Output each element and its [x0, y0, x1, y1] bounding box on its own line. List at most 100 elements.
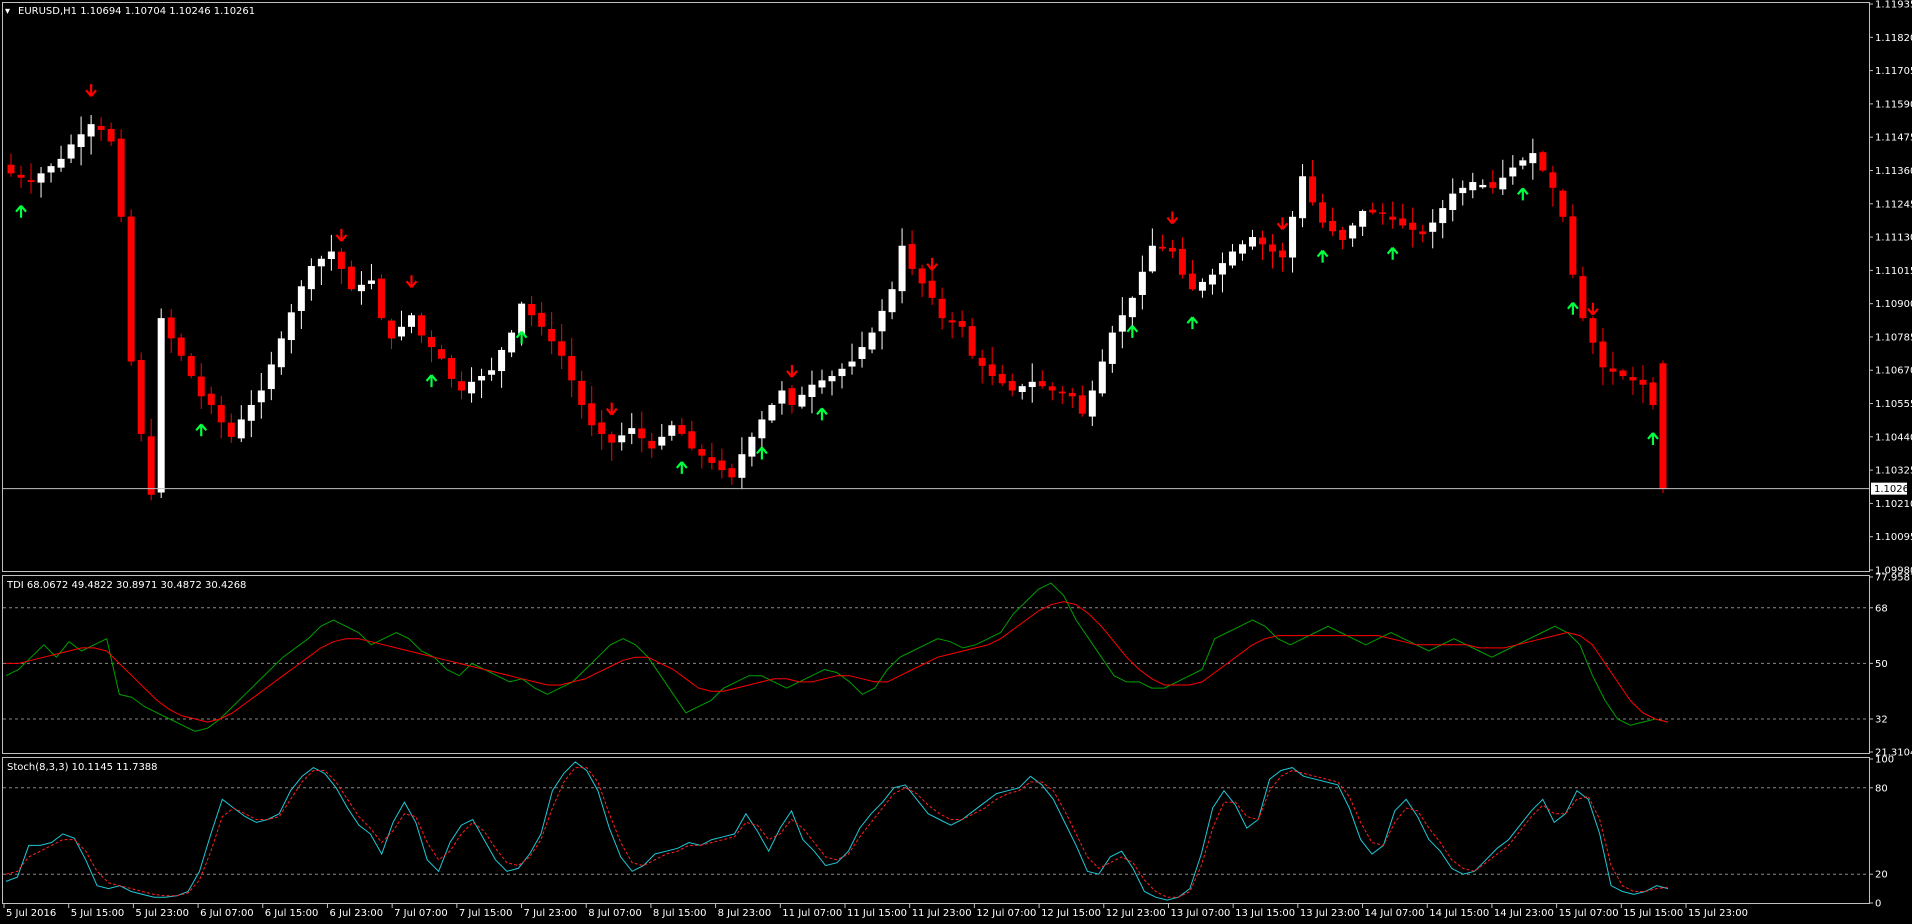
candle-body	[458, 381, 466, 391]
candle-body	[147, 436, 155, 495]
candle-body	[908, 244, 916, 269]
candle-body	[207, 393, 215, 405]
candle-body	[538, 312, 546, 327]
candle-body	[1028, 381, 1036, 388]
price-tick-label: 1.11935	[1875, 0, 1912, 11]
time-tick-label: 13 Jul 07:00	[1170, 908, 1230, 919]
tdi-info-label: TDI 68.0672 49.4822 30.8971 30.4872 30.4…	[6, 580, 246, 591]
candle-body	[1659, 363, 1667, 489]
stoch-8-3-3--series-cyan-line	[5, 761, 1669, 901]
candle-body	[1098, 361, 1106, 394]
down-arrow-icon	[1166, 211, 1179, 225]
candle-body	[1138, 271, 1146, 295]
candle-body	[1218, 263, 1226, 275]
candle-body	[1259, 237, 1267, 245]
candle-body	[167, 317, 175, 339]
candle-body	[1128, 297, 1136, 318]
up-arrow-icon	[425, 374, 438, 388]
up-arrow-icon	[675, 461, 688, 474]
candle-body	[608, 434, 616, 443]
candle-body	[297, 286, 305, 311]
stoch-pane[interactable]	[3, 761, 1869, 901]
candle-body	[1579, 276, 1587, 319]
candle-body	[808, 384, 816, 398]
candle-body	[558, 341, 566, 356]
candle-body	[828, 376, 836, 382]
price-tick-label: 1.10440	[1875, 432, 1912, 443]
candle-body	[648, 440, 656, 449]
candle-body	[1188, 273, 1196, 290]
candle-body	[748, 436, 756, 457]
candle-body	[1279, 250, 1287, 258]
main-pane-frame	[2, 2, 1870, 572]
time-tick-label: 5 Jul 15:00	[71, 908, 125, 919]
candle-body	[1509, 167, 1517, 177]
candle-body	[397, 326, 405, 337]
time-tick-label: 15 Jul 23:00	[1688, 908, 1748, 919]
candle-body	[47, 166, 55, 173]
up-arrow-icon	[1647, 432, 1659, 445]
up-arrow-icon	[1516, 187, 1529, 201]
time-tick-label: 13 Jul 23:00	[1300, 908, 1360, 919]
candle-body	[1289, 216, 1297, 258]
candle-body	[1208, 274, 1216, 285]
caret-icon[interactable]: ▾	[5, 6, 10, 17]
candle-body	[518, 303, 526, 334]
candle-body	[768, 404, 776, 421]
price-tick-label: 1.11015	[1875, 266, 1912, 277]
time-tick-label: 12 Jul 23:00	[1106, 908, 1166, 919]
candle-body	[658, 436, 666, 446]
price-tick-label: 1.10670	[1875, 366, 1912, 377]
up-arrow-icon	[195, 423, 208, 437]
candle-body	[1228, 251, 1236, 266]
candle-body	[478, 376, 486, 381]
tdi-pane[interactable]	[3, 582, 1869, 732]
price-tick-label: 1.10555	[1875, 399, 1912, 410]
time-tick-label: 12 Jul 15:00	[1041, 908, 1101, 919]
up-arrow-icon	[756, 446, 768, 460]
candle-body	[1419, 231, 1427, 235]
candle-body	[287, 312, 295, 341]
time-tick-label: 6 Jul 07:00	[200, 908, 254, 919]
time-tick-label: 11 Jul 23:00	[912, 908, 972, 919]
price-tick-label: 1.10210	[1875, 499, 1912, 510]
candle-body	[568, 356, 576, 381]
price-tick-label: 1.11245	[1875, 199, 1912, 210]
candle-body	[778, 390, 786, 404]
candle-body	[1349, 225, 1357, 239]
candle-body	[598, 422, 606, 434]
price-tick-label: 1.11590	[1875, 99, 1912, 110]
time-tick-label: 14 Jul 15:00	[1429, 908, 1489, 919]
candle-body	[97, 125, 105, 130]
candle-body	[448, 357, 456, 379]
candle-body	[67, 144, 75, 159]
candle-body	[27, 180, 35, 183]
axis-tick-label: 80	[1875, 783, 1888, 794]
candle-body	[1178, 248, 1186, 275]
candle-body	[1639, 379, 1647, 385]
candle-body	[718, 460, 726, 471]
candle-body	[337, 251, 345, 269]
down-arrow-icon	[405, 275, 418, 288]
candle-body	[407, 315, 415, 327]
down-arrow-icon	[335, 228, 348, 242]
candle-body	[1018, 386, 1026, 392]
candle-body	[838, 368, 846, 377]
candle-body	[488, 370, 496, 375]
candle-body	[1078, 395, 1086, 414]
candle-body	[127, 216, 135, 362]
time-tick-label: 5 Jul 23:00	[135, 908, 189, 919]
candle-body	[187, 356, 195, 377]
candle-body	[367, 280, 375, 284]
candle-body	[1559, 190, 1567, 217]
main-pane-candles[interactable]	[3, 114, 1869, 501]
candle-body	[788, 388, 796, 405]
candle-body	[357, 284, 365, 292]
time-tick-label: 8 Jul 23:00	[718, 908, 772, 919]
candle-body	[978, 357, 986, 366]
candle-body	[1589, 318, 1597, 343]
candle-body	[868, 332, 876, 350]
candle-body	[387, 320, 395, 339]
candle-body	[1148, 245, 1156, 272]
candle-body	[678, 425, 686, 434]
